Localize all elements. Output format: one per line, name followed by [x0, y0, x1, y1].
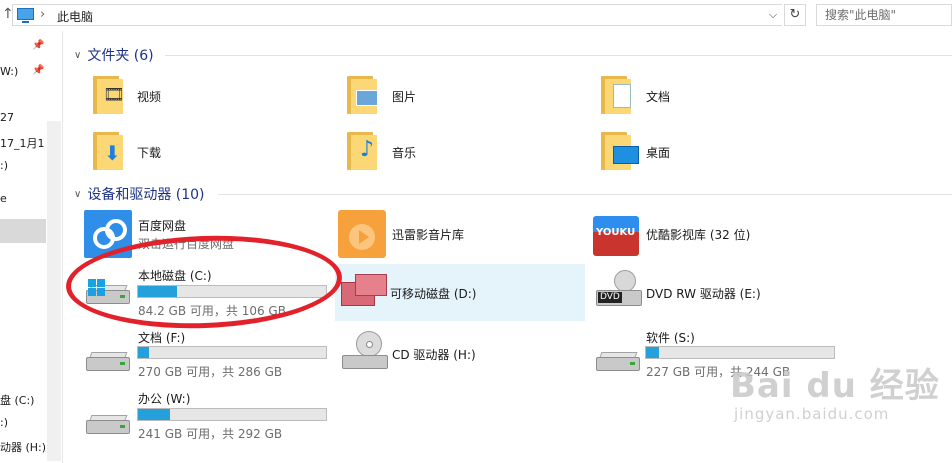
folder-label: 视频: [137, 90, 162, 104]
section-divider: [218, 194, 952, 195]
xunlei-video-library-icon: [338, 210, 386, 258]
device-label: 百度网盘: [138, 219, 187, 233]
folder-tile-music[interactable]: ♪ 音乐: [344, 131, 544, 173]
music-folder-icon: ♪: [347, 132, 377, 170]
pin-icon[interactable]: 📌: [32, 40, 44, 51]
hard-drive-icon: [86, 349, 130, 371]
devices-section-title: 设备和驱动器 (10): [87, 187, 205, 203]
hard-drive-icon: [86, 412, 130, 434]
cd-drive-icon: [342, 331, 388, 371]
chevron-down-icon[interactable]: ⌵: [764, 6, 782, 24]
documents-folder-icon: [601, 76, 631, 114]
nav-item[interactable]: 27: [0, 111, 14, 124]
nav-item[interactable]: 动器 (H:): [0, 439, 46, 455]
nav-item[interactable]: :): [0, 159, 8, 172]
device-tile-dvd-e[interactable]: DVD DVD RW 驱动器 (E:): [590, 266, 840, 318]
device-tile-cd-h[interactable]: CD 驱动器 (H:): [336, 325, 586, 381]
device-label: DVD RW 驱动器 (E:): [646, 287, 761, 301]
device-sublabel: 270 GB 可用，共 286 GB: [138, 365, 283, 379]
downloads-folder-icon: ⬇: [93, 132, 123, 170]
folder-tile-downloads[interactable]: ⬇ 下载: [90, 131, 290, 173]
nav-selected-highlight: [0, 219, 46, 243]
youku-icon: YOUKU: [593, 216, 639, 256]
address-toolbar: ↑ › 此电脑 ⌵ ↻ 搜索"此电脑": [0, 0, 952, 31]
breadcrumb[interactable]: 此电脑: [57, 8, 93, 25]
device-sublabel: 241 GB 可用，共 292 GB: [138, 427, 283, 441]
device-label: 优酷影视库 (32 位): [646, 228, 751, 242]
folder-label: 下载: [137, 146, 162, 160]
storage-usage-bar: [137, 408, 327, 421]
address-bar[interactable]: [12, 4, 782, 26]
chevron-down-icon[interactable]: ∨: [74, 189, 81, 200]
storage-usage-bar: [137, 346, 327, 359]
folder-label: 图片: [392, 90, 417, 104]
navigation-pane: 📌 📌 W:) 27 17_1月1 :) e 盘 (C:) :) 动器 (H:): [0, 31, 63, 463]
folders-section-title: 文件夹 (6): [87, 48, 154, 64]
video-folder-icon: 🎞: [93, 76, 125, 114]
removable-disk-icon: [341, 274, 387, 306]
folder-tile-videos[interactable]: 🎞 视频: [90, 75, 290, 117]
watermark-main-text: Bai du 经验: [730, 366, 940, 406]
folder-tile-pictures[interactable]: 图片: [344, 75, 544, 117]
nav-item[interactable]: 17_1月1: [0, 135, 45, 151]
device-tile-xunlei[interactable]: 迅雷影音片库: [336, 208, 586, 260]
device-label: 迅雷影音片库: [392, 228, 465, 242]
device-label: 办公 (W:): [138, 392, 191, 406]
folder-tile-documents[interactable]: 文档: [598, 75, 798, 117]
folder-label: 文档: [646, 90, 671, 104]
devices-section-header[interactable]: ∨ 设备和驱动器 (10): [74, 184, 205, 204]
folder-label: 桌面: [646, 146, 671, 160]
dvd-drive-icon: DVD: [596, 270, 642, 310]
device-label: 软件 (S:): [646, 331, 695, 345]
chevron-down-icon[interactable]: ∨: [74, 50, 81, 61]
section-divider: [165, 55, 952, 56]
watermark-url-text: jingyan.baidu.com: [734, 405, 890, 423]
folder-label: 音乐: [392, 146, 417, 160]
device-tile-drive-f[interactable]: 文档 (F:) 270 GB 可用，共 286 GB: [82, 325, 332, 381]
storage-usage-fill: [138, 409, 170, 420]
device-tile-youku[interactable]: YOUKU 优酷影视库 (32 位): [590, 208, 840, 260]
device-label: CD 驱动器 (H:): [392, 348, 476, 362]
device-label: 可移动磁盘 (D:): [390, 287, 477, 301]
device-label: 文档 (F:): [138, 331, 186, 345]
nav-scrollbar[interactable]: [47, 121, 61, 461]
device-tile-drive-w[interactable]: 办公 (W:) 241 GB 可用，共 292 GB: [82, 386, 332, 442]
desktop-folder-icon: [601, 132, 639, 170]
refresh-button[interactable]: ↻: [784, 4, 806, 26]
nav-item[interactable]: e: [0, 192, 7, 205]
nav-item[interactable]: W:): [0, 65, 18, 78]
pin-icon[interactable]: 📌: [32, 65, 44, 76]
search-input[interactable]: 搜索"此电脑": [816, 4, 952, 26]
device-tile-removable-d[interactable]: 可移动磁盘 (D:): [336, 266, 586, 318]
nav-item[interactable]: :): [0, 416, 8, 429]
computer-icon: [17, 8, 34, 23]
folders-section-header[interactable]: ∨ 文件夹 (6): [74, 45, 154, 65]
pictures-folder-icon: [347, 76, 378, 114]
storage-usage-fill: [138, 347, 150, 358]
chevron-right-icon[interactable]: ›: [40, 7, 45, 22]
baidu-jingyan-watermark: Bai du 经验 jingyan.baidu.com: [730, 358, 940, 423]
storage-usage-fill: [646, 347, 660, 358]
hard-drive-icon: [596, 349, 640, 371]
folder-tile-desktop[interactable]: 桌面: [598, 131, 798, 173]
nav-item[interactable]: 盘 (C:): [0, 392, 34, 408]
